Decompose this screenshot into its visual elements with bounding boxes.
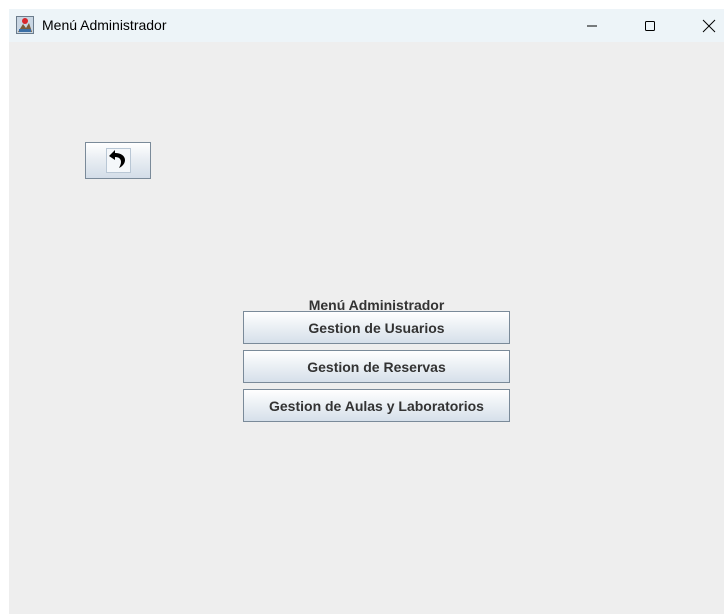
- close-button[interactable]: [686, 9, 724, 42]
- java-icon: [16, 16, 34, 34]
- content-panel: Menú Administrador Gestion de Usuarios G…: [9, 42, 724, 614]
- app-window: Menú Administrador Menú Administrador Ge…: [9, 9, 724, 614]
- window-title: Menú Administrador: [42, 17, 167, 33]
- gestion-reservas-button[interactable]: Gestion de Reservas: [243, 350, 510, 383]
- maximize-button[interactable]: [627, 9, 673, 42]
- title-bar[interactable]: Menú Administrador: [9, 9, 724, 42]
- maximize-icon: [644, 20, 656, 32]
- gestion-aulas-laboratorios-button[interactable]: Gestion de Aulas y Laboratorios: [243, 389, 510, 422]
- gestion-usuarios-button[interactable]: Gestion de Usuarios: [243, 311, 510, 344]
- back-button-frame: [105, 148, 131, 174]
- close-icon: [702, 19, 716, 33]
- minimize-button[interactable]: [569, 9, 615, 42]
- back-button[interactable]: [85, 142, 151, 179]
- minimize-icon: [586, 20, 598, 32]
- back-arrow-icon: [108, 148, 128, 174]
